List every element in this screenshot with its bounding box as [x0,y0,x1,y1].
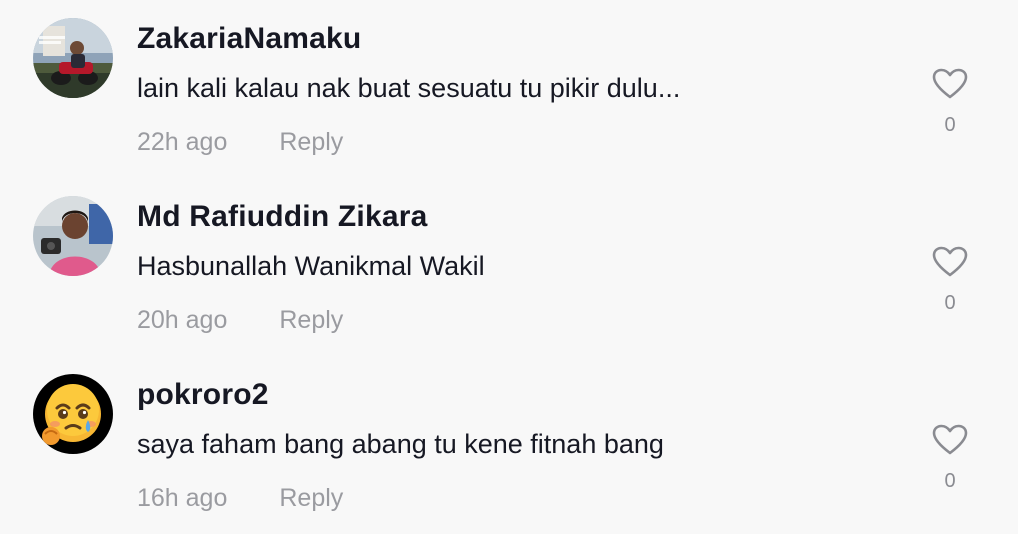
heart-outline-icon [932,424,968,455]
comment-username[interactable]: Md Rafiuddin Zikara [137,200,428,234]
avatar[interactable] [33,374,113,454]
comment-text: saya faham bang abang tu kene fitnah ban… [137,429,664,459]
like-count: 0 [944,114,956,136]
avatar-image [33,374,113,454]
reply-button[interactable]: Reply [279,128,343,156]
avatar[interactable] [33,18,113,98]
comment-text: Hasbunallah Wanikmal Wakil [137,251,485,281]
comment-timestamp: 22h ago [137,128,228,156]
comment-item: ZakariaNamaku lain kali kalau nak buat s… [0,0,1018,178]
comment-text: lain kali kalau nak buat sesuatu tu piki… [137,73,681,103]
comment-timestamp: 20h ago [137,306,228,334]
comment-item: pokroro2 saya faham bang abang tu kene f… [0,356,1018,534]
like-button[interactable]: 0 [928,68,972,137]
avatar[interactable] [33,196,113,276]
reply-button[interactable]: Reply [279,484,343,512]
like-count: 0 [944,292,956,314]
like-button[interactable]: 0 [928,246,972,315]
like-button[interactable]: 0 [928,424,972,493]
reply-button[interactable]: Reply [279,306,343,334]
comment-meta: 20h ago Reply [137,306,343,335]
heart-outline-icon [932,246,968,277]
avatar-image [33,196,113,276]
comment-username[interactable]: pokroro2 [137,378,269,412]
heart-outline-icon [932,68,968,99]
like-count: 0 [944,470,956,492]
comment-username[interactable]: ZakariaNamaku [137,22,361,56]
comment-meta: 16h ago Reply [137,484,343,513]
comment-item: Md Rafiuddin Zikara Hasbunallah Wanikmal… [0,178,1018,356]
comment-timestamp: 16h ago [137,484,228,512]
comment-meta: 22h ago Reply [137,128,343,157]
avatar-image [33,18,113,98]
